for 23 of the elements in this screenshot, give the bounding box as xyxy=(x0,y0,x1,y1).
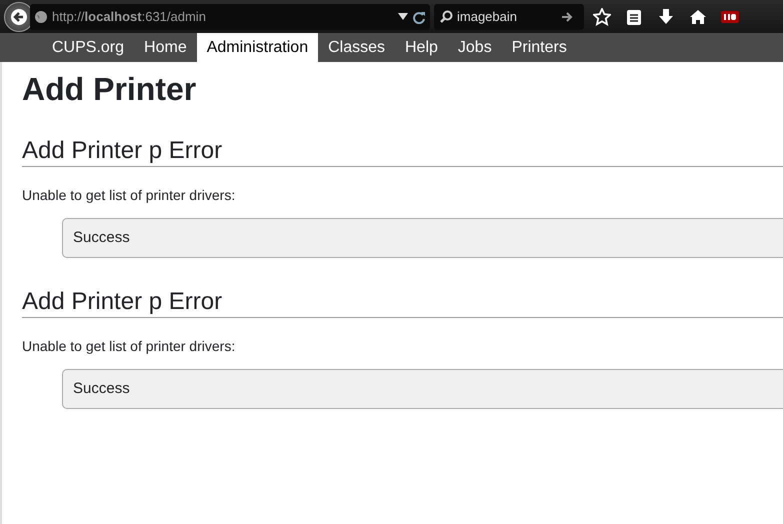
error-detail-box: Success xyxy=(62,368,783,409)
page-title: Add Printer xyxy=(22,72,198,108)
search-input[interactable]: imagebain xyxy=(457,6,557,26)
dropdown-icon[interactable] xyxy=(398,12,408,20)
section-heading: Add Printer p Error xyxy=(22,137,783,167)
error-message: Unable to get list of printer drivers: xyxy=(22,186,236,205)
nav-tab[interactable]: Home xyxy=(134,33,197,62)
go-arrow-icon[interactable] xyxy=(561,10,573,22)
search-box[interactable]: imagebain xyxy=(434,4,584,30)
nav-tab[interactable]: Help xyxy=(395,33,448,62)
nav-tab[interactable]: Printers xyxy=(502,33,577,62)
error-detail-box: Success xyxy=(62,218,783,258)
address-bar[interactable]: http://localhost:631/admin xyxy=(30,4,430,30)
nav-tab[interactable]: Classes xyxy=(318,33,395,62)
globe-icon xyxy=(34,10,48,24)
error-message: Unable to get list of printer drivers: xyxy=(22,336,236,356)
nav-tab[interactable]: Jobs xyxy=(448,33,502,62)
reload-icon[interactable] xyxy=(412,10,426,24)
nav-tab[interactable]: CUPS.org xyxy=(42,33,134,62)
url-text: http://localhost:631/admin xyxy=(52,8,207,26)
search-icon xyxy=(440,10,453,23)
nav-tab[interactable]: Administration xyxy=(196,33,318,62)
section-heading: Add Printer p Error xyxy=(22,288,783,318)
